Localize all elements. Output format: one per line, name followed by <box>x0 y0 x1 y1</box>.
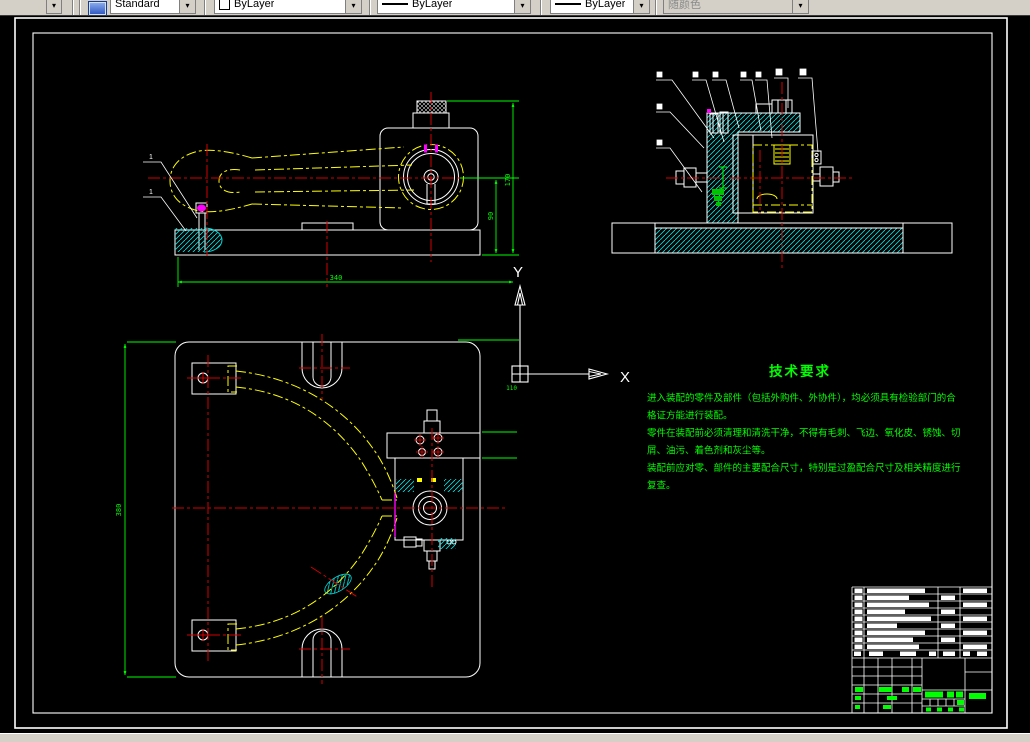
toolbar-separator <box>204 0 206 15</box>
x-axis-label: X <box>620 369 630 386</box>
lineweight-combo[interactable]: ByLayer ▾ <box>550 0 650 14</box>
lineweight-sample-icon <box>555 3 581 5</box>
chevron-down-icon[interactable]: ▾ <box>514 0 530 13</box>
y-axis-label: Y <box>513 264 523 281</box>
linetype-combo-value: ByLayer <box>412 0 452 10</box>
toolbar-separator <box>369 0 371 15</box>
dim-plan-height: 380 <box>115 504 123 517</box>
style-combo[interactable]: Standard ▾ <box>110 0 196 14</box>
dim-front-total-height: 170 <box>504 174 512 187</box>
toolbar-separator <box>72 0 74 15</box>
dim-front-center-height: 90 <box>487 212 495 220</box>
toolbar-separator <box>655 0 657 15</box>
dim-origin: 110 <box>506 385 517 392</box>
plotstyle-combo: 随颜色 ▾ <box>663 0 809 14</box>
text-style-icon[interactable] <box>88 1 107 16</box>
tech-req-line-1: 进入装配的零件及部件（包括外购件、外协件），均必须具有检验部门的合 <box>647 392 956 404</box>
tech-req-line-4: 屑、油污、着色剂和灰尘等。 <box>647 445 771 457</box>
tech-req-line-5: 装配前应对零、部件的主要配合尺寸，特别是过盈配合尺寸及相关精度进行 <box>647 462 961 474</box>
chevron-down-icon: ▾ <box>52 1 56 10</box>
callout-leader-a: 1 <box>149 154 153 161</box>
callout-leader-b: 1 <box>149 189 153 196</box>
base-section-hatch <box>175 228 222 252</box>
tech-req-line-2: 格证方能进行装配。 <box>647 410 733 422</box>
section-pin-detail <box>707 109 711 113</box>
linetype-combo[interactable]: ByLayer ▾ <box>377 0 531 14</box>
linetype-sample-icon <box>382 3 408 5</box>
style-combo-value: Standard <box>115 0 160 10</box>
chevron-down-icon[interactable]: ▾ <box>179 0 195 13</box>
lineweight-combo-value: ByLayer <box>585 0 625 10</box>
dim-front-base-width: 340 <box>330 274 343 282</box>
tech-req-line-3: 零件在装配前必须清理和清洗干净，不得有毛刺、飞边、氧化皮、锈蚀、切 <box>647 427 961 439</box>
toolbar-separator <box>79 0 81 15</box>
toolbar-separator <box>540 0 542 15</box>
plotstyle-combo-value: 随颜色 <box>668 0 701 12</box>
chevron-down-icon: ▾ <box>792 0 808 13</box>
chevron-down-icon[interactable]: ▾ <box>633 0 649 13</box>
drawing-canvas[interactable]: 340 90 170 1 1 <box>0 0 1030 741</box>
toolbar-dropdown-stub[interactable]: ▾ <box>46 0 62 14</box>
color-combo[interactable]: ByLayer ▾ <box>214 0 362 14</box>
tech-requirements-title: 技术要求 <box>769 363 831 379</box>
tech-req-line-6: 复查。 <box>647 480 676 492</box>
color-swatch-icon <box>219 0 230 10</box>
properties-toolbar: ▾ Standard ▾ ByLayer ▾ ByLayer ▾ ByLayer… <box>0 0 1030 16</box>
color-combo-value: ByLayer <box>234 0 274 10</box>
chevron-down-icon[interactable]: ▾ <box>345 0 361 13</box>
